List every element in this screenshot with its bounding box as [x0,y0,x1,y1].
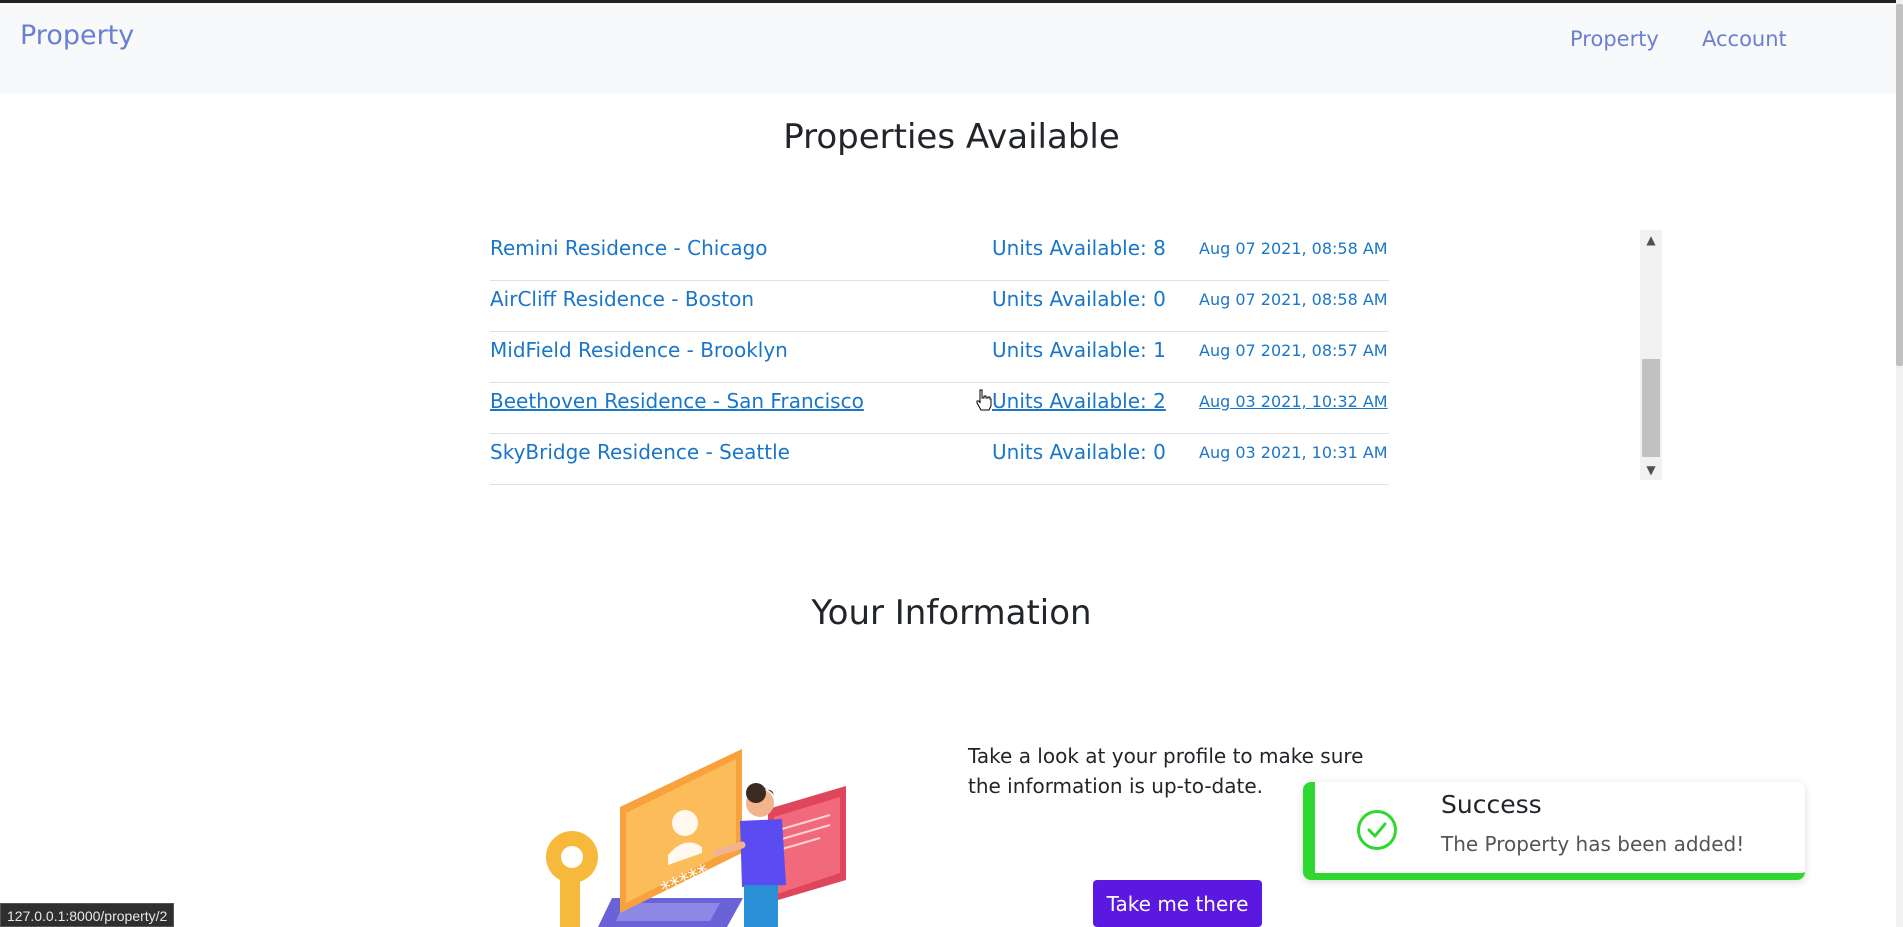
property-date-link[interactable]: Aug 07 2021, 08:58 AM [1199,239,1388,258]
property-date-link[interactable]: Aug 07 2021, 08:57 AM [1199,341,1388,360]
property-name-link[interactable]: Beethoven Residence - San Francisco [490,389,864,413]
check-circle-icon [1357,810,1397,850]
property-date-link[interactable]: Aug 07 2021, 08:58 AM [1199,290,1388,309]
take-me-there-button[interactable]: Take me there [1093,880,1262,927]
property-row: Remini Residence - Chicago Units Availab… [490,230,1389,281]
property-row: MidField Residence - Brooklyn Units Avai… [490,332,1389,383]
property-name-link[interactable]: AirCliff Residence - Boston [490,287,754,311]
property-row: SkyBridge Residence - Seattle Units Avai… [490,434,1389,485]
scroll-up-arrow-icon[interactable]: ▲ [1640,230,1662,250]
list-scrollbar[interactable]: ▲ ▼ [1640,230,1662,480]
browser-status-bar: 127.0.0.1:8000/property/2 [0,903,175,927]
navbar: Property Property Account [0,3,1903,94]
profile-illustration: ***** [520,735,860,927]
your-information-title: Your Information [811,593,1092,633]
nav-link-account[interactable]: Account [1702,27,1787,51]
list-scroll-thumb[interactable] [1642,359,1660,457]
property-units-link[interactable]: Units Available: 2 [992,389,1166,413]
brand-link[interactable]: Property [20,20,134,51]
property-units-link[interactable]: Units Available: 8 [992,236,1166,260]
property-row: AirCliff Residence - Boston Units Availa… [490,281,1389,332]
nav-link-property[interactable]: Property [1570,27,1659,51]
page-scrollbar[interactable] [1896,0,1903,927]
success-toast[interactable]: Success The Property has been added! [1303,782,1805,880]
property-date-link[interactable]: Aug 03 2021, 10:32 AM [1199,392,1388,411]
scroll-down-arrow-icon[interactable]: ▼ [1640,460,1662,480]
toast-message: The Property has been added! [1441,832,1745,856]
page-scroll-thumb[interactable] [1896,4,1903,366]
property-row-hovered: Beethoven Residence - San Francisco Unit… [490,383,1389,434]
property-date-link[interactable]: Aug 03 2021, 10:31 AM [1199,443,1388,462]
property-name-link[interactable]: MidField Residence - Brooklyn [490,338,788,362]
property-list: Remini Residence - Chicago Units Availab… [490,230,1389,485]
property-units-link[interactable]: Units Available: 1 [992,338,1166,362]
property-units-link[interactable]: Units Available: 0 [992,440,1166,464]
toast-title: Success [1441,790,1542,819]
property-name-link[interactable]: SkyBridge Residence - Seattle [490,440,790,464]
properties-title: Properties Available [783,117,1120,157]
hand-pointer-cursor-icon [975,389,993,415]
property-list-container[interactable]: Remini Residence - Chicago Units Availab… [490,230,1662,485]
property-units-link[interactable]: Units Available: 0 [992,287,1166,311]
property-name-link[interactable]: Remini Residence - Chicago [490,236,768,260]
